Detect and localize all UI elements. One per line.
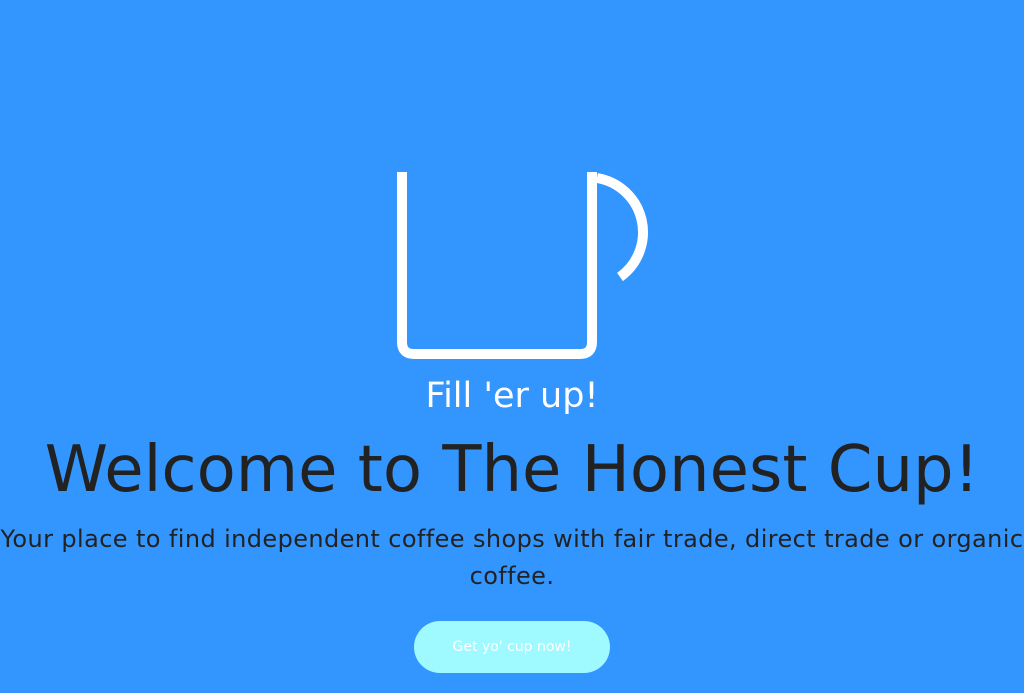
hero-subtitle: Your place to find independent coffee sh… (0, 525, 1024, 590)
get-cup-button[interactable]: Get yo' cup now! (414, 621, 610, 673)
coffee-mug-icon (397, 172, 648, 359)
page-title: Welcome to The Honest Cup! (44, 433, 980, 507)
hero-tagline: Fill 'er up! (425, 376, 599, 416)
